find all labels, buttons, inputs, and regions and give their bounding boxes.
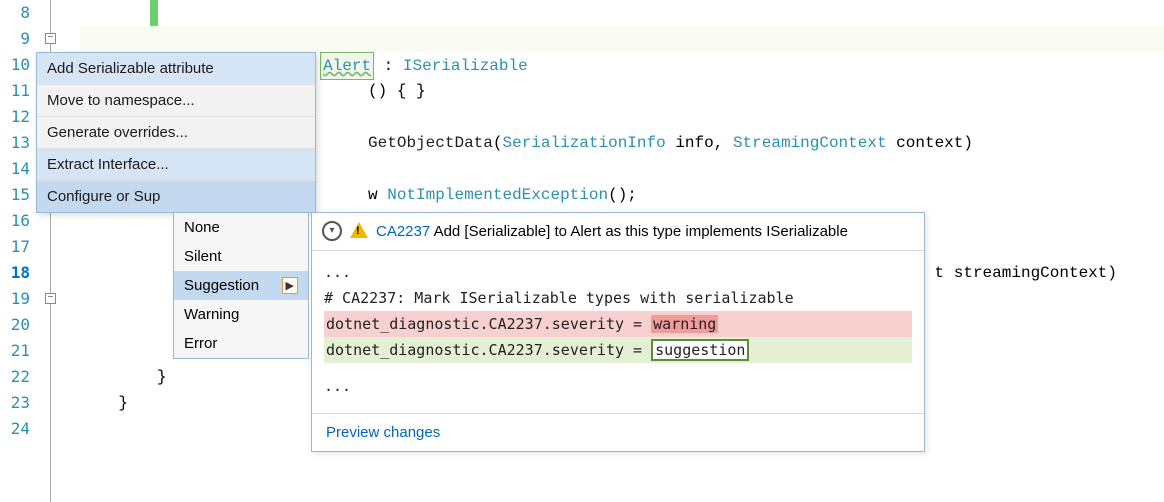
line-number: 21: [0, 338, 30, 364]
rule-link[interactable]: CA2237: [376, 223, 430, 240]
menu-item-move-namespace[interactable]: Move to namespace...: [37, 85, 315, 117]
line-number: 10: [0, 52, 30, 78]
line-number: 19: [0, 286, 30, 312]
menu-item-generate-overrides[interactable]: Generate overrides...: [37, 117, 315, 149]
line-number: 11: [0, 78, 30, 104]
menu-item-add-serializable[interactable]: Add Serializable attribute: [37, 53, 315, 85]
line-number: 17: [0, 234, 30, 260]
severity-silent[interactable]: Silent: [174, 242, 308, 271]
line-number: 12: [0, 104, 30, 130]
ellipsis: ...: [324, 259, 912, 285]
diff-comment: # CA2237: Mark ISerializable types with …: [324, 285, 912, 311]
fold-toggle-icon[interactable]: −: [45, 293, 56, 304]
ellipsis: ...: [324, 373, 912, 399]
preview-panel: ▾ CA2237 Add [Serializable] to Alert as …: [311, 212, 925, 452]
line-number: 22: [0, 364, 30, 390]
diff-removed-line: dotnet_diagnostic.CA2237.severity = warn…: [324, 311, 912, 337]
preview-header-text: Add [Serializable] to Alert as this type…: [434, 223, 848, 240]
line-number: 24: [0, 416, 30, 442]
preview-body: ... # CA2237: Mark ISerializable types w…: [312, 251, 924, 413]
severity-none[interactable]: None: [174, 213, 308, 242]
change-marker: [150, 0, 158, 26]
preview-header: ▾ CA2237 Add [Serializable] to Alert as …: [312, 213, 924, 251]
line-number: 14: [0, 156, 30, 182]
line-number: 8: [0, 0, 30, 26]
line-number-gutter: 8 9 10 11 12 13 14 15 16 17 18 19 20 21 …: [0, 0, 36, 502]
line-number: 18: [0, 260, 30, 286]
line-number: 16: [0, 208, 30, 234]
severity-warning[interactable]: Warning: [174, 300, 308, 329]
preview-footer: Preview changes: [312, 413, 924, 451]
class-name-alert[interactable]: Alert: [320, 52, 374, 80]
quick-actions-menu: Add Serializable attribute Move to names…: [36, 52, 316, 213]
line-number: 15: [0, 182, 30, 208]
chevron-down-circle-icon[interactable]: ▾: [322, 221, 342, 241]
line-number: 20: [0, 312, 30, 338]
warning-icon: [350, 222, 368, 238]
line-number: 13: [0, 130, 30, 156]
severity-error[interactable]: Error: [174, 329, 308, 358]
severity-submenu: None Silent Suggestion ▶ Warning Error: [173, 212, 309, 359]
line-number: 9: [0, 26, 30, 52]
diff-added-line: dotnet_diagnostic.CA2237.severity = sugg…: [324, 337, 912, 363]
line-number: 23: [0, 390, 30, 416]
preview-changes-link[interactable]: Preview changes: [326, 424, 440, 441]
chevron-right-icon: ▶: [282, 277, 298, 294]
fold-toggle-icon[interactable]: −: [45, 33, 56, 44]
menu-item-extract-interface[interactable]: Extract Interface...: [37, 149, 315, 181]
menu-item-configure-suppress[interactable]: Configure or Sup: [37, 181, 315, 212]
severity-suggestion[interactable]: Suggestion ▶: [174, 271, 308, 300]
